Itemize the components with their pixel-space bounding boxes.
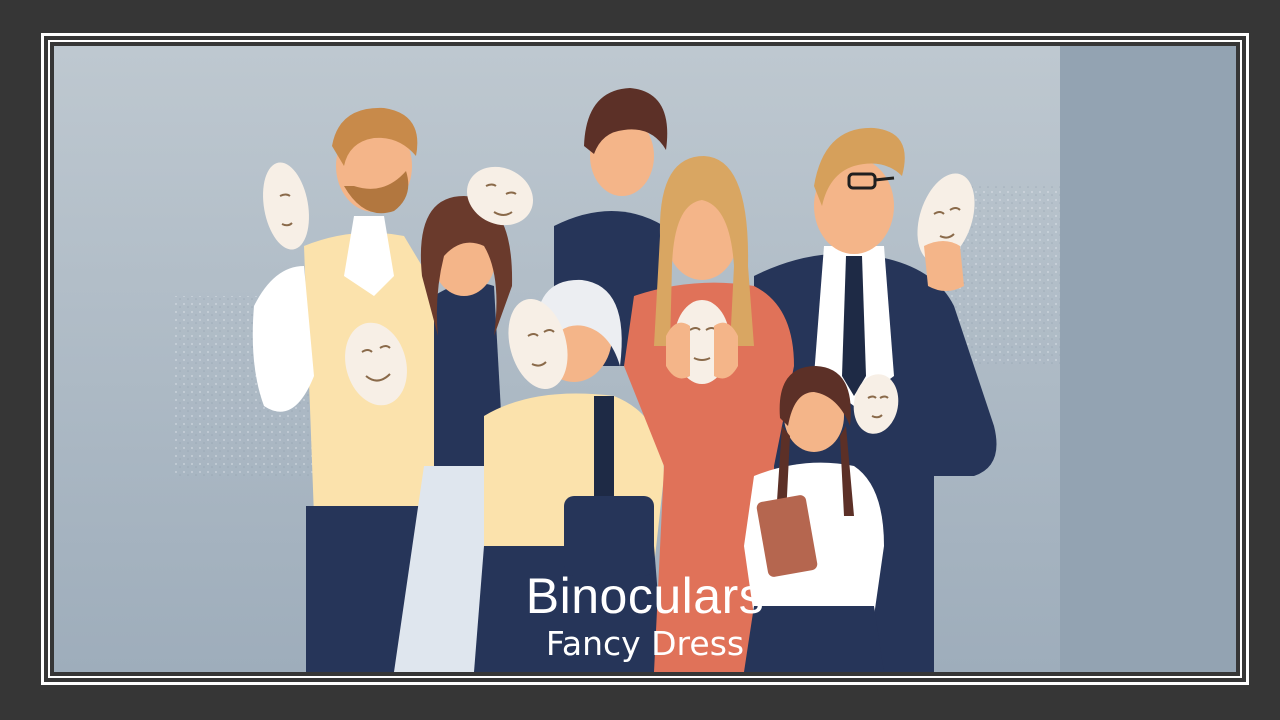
caption-title: Binoculars	[525, 568, 765, 624]
slide-frame: Binoculars Fancy Dress	[0, 0, 1280, 720]
caption-subtitle: Fancy Dress	[545, 624, 745, 663]
